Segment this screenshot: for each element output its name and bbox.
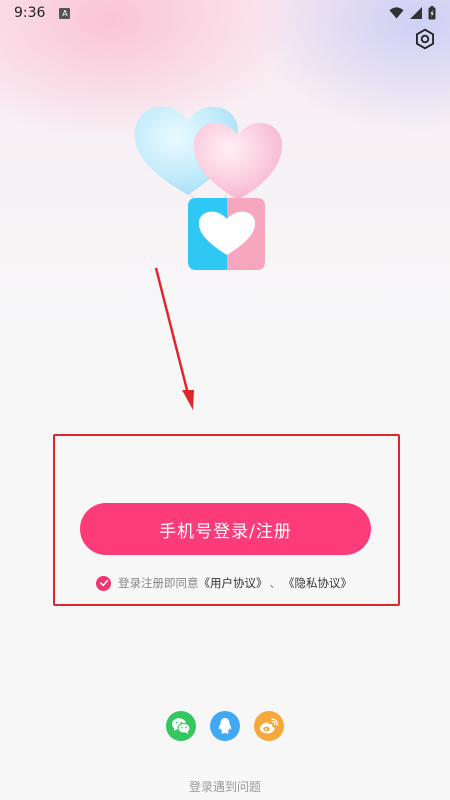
signal-icon xyxy=(410,7,422,19)
annotation-arrow xyxy=(154,267,194,410)
phone-login-register-button[interactable]: 手机号登录/注册 xyxy=(80,503,371,555)
qq-icon xyxy=(218,718,232,734)
privacy-policy-link[interactable]: 《隐私协议》 xyxy=(283,575,352,591)
status-time: 9:36 xyxy=(14,5,46,21)
agreement-separator: 、 xyxy=(269,576,282,590)
settings-icon xyxy=(416,28,434,50)
app-logo xyxy=(130,95,300,275)
status-icons xyxy=(389,6,436,20)
wifi-icon xyxy=(389,7,404,19)
check-icon xyxy=(99,579,108,587)
wechat-icon xyxy=(172,718,191,734)
weibo-login-button[interactable] xyxy=(254,711,284,741)
agreement-prefix: 登录注册即同意 xyxy=(118,576,199,590)
weibo-icon xyxy=(260,718,278,734)
status-bar: 9:36 A xyxy=(0,0,450,26)
a-notification-icon: A xyxy=(59,7,71,19)
settings-button[interactable] xyxy=(412,26,438,52)
wechat-login-button[interactable] xyxy=(166,711,196,741)
user-agreement-link[interactable]: 《用户协议》 xyxy=(199,575,268,591)
heart-app-logo xyxy=(188,198,265,270)
pink-heart-balloon xyxy=(193,122,282,200)
social-login-row xyxy=(0,711,450,741)
qq-login-button[interactable] xyxy=(210,711,240,741)
login-help-link[interactable]: 登录遇到问题 xyxy=(0,778,450,795)
agreement-row: 登录注册即同意 《用户协议》 、 《隐私协议》 xyxy=(96,573,352,593)
agreement-checkbox[interactable] xyxy=(96,575,111,591)
battery-icon xyxy=(428,6,436,20)
